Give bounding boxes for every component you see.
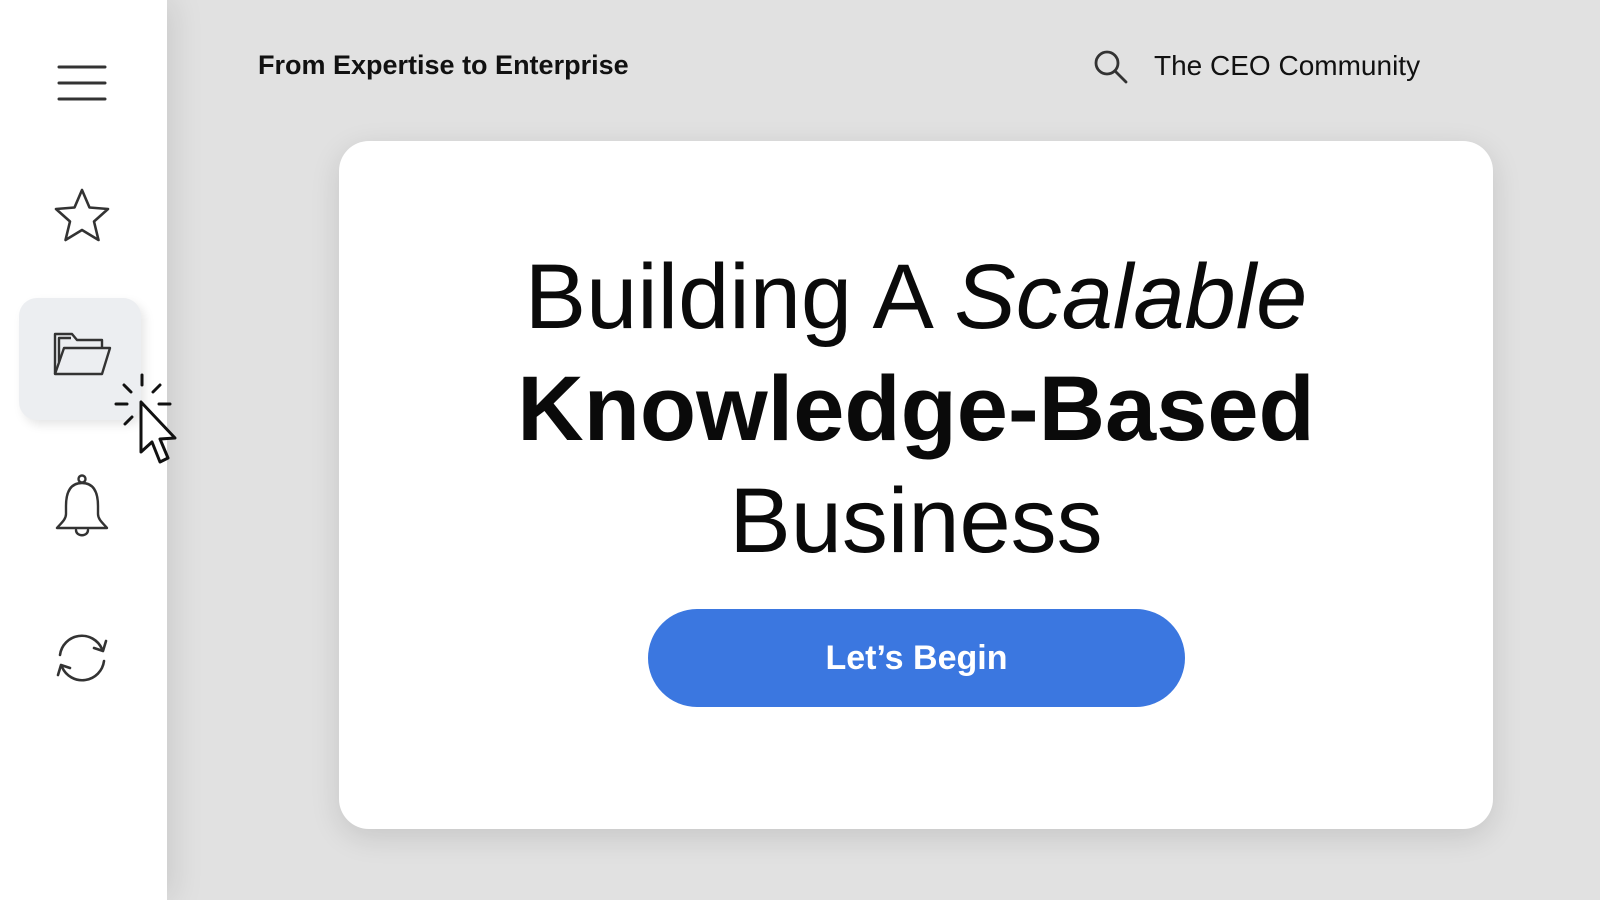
headline-line-3: Business [729,470,1103,572]
hero-headline: Building A Scalable Knowledge-Based Busi… [339,241,1493,577]
headline-line-2: Knowledge-Based [517,358,1315,460]
community-link[interactable]: The CEO Community [1154,50,1420,82]
folder-open-icon [53,332,112,376]
headline-regular-text: Building A [524,246,955,348]
refresh-icon[interactable] [52,631,112,685]
bell-icon[interactable] [54,474,110,540]
hero-card: Building A Scalable Knowledge-Based Busi… [339,141,1493,829]
mouse-cursor-icon [114,373,177,464]
hamburger-menu-icon[interactable] [57,63,107,103]
tagline: From Expertise to Enterprise [258,50,629,80]
headline-italic-text: Scalable [954,246,1308,348]
star-icon[interactable] [52,187,112,245]
lets-begin-button[interactable]: Let’s Begin [648,609,1185,707]
headline-line-1: Building A Scalable [339,241,1493,353]
search-icon[interactable] [1093,49,1129,85]
